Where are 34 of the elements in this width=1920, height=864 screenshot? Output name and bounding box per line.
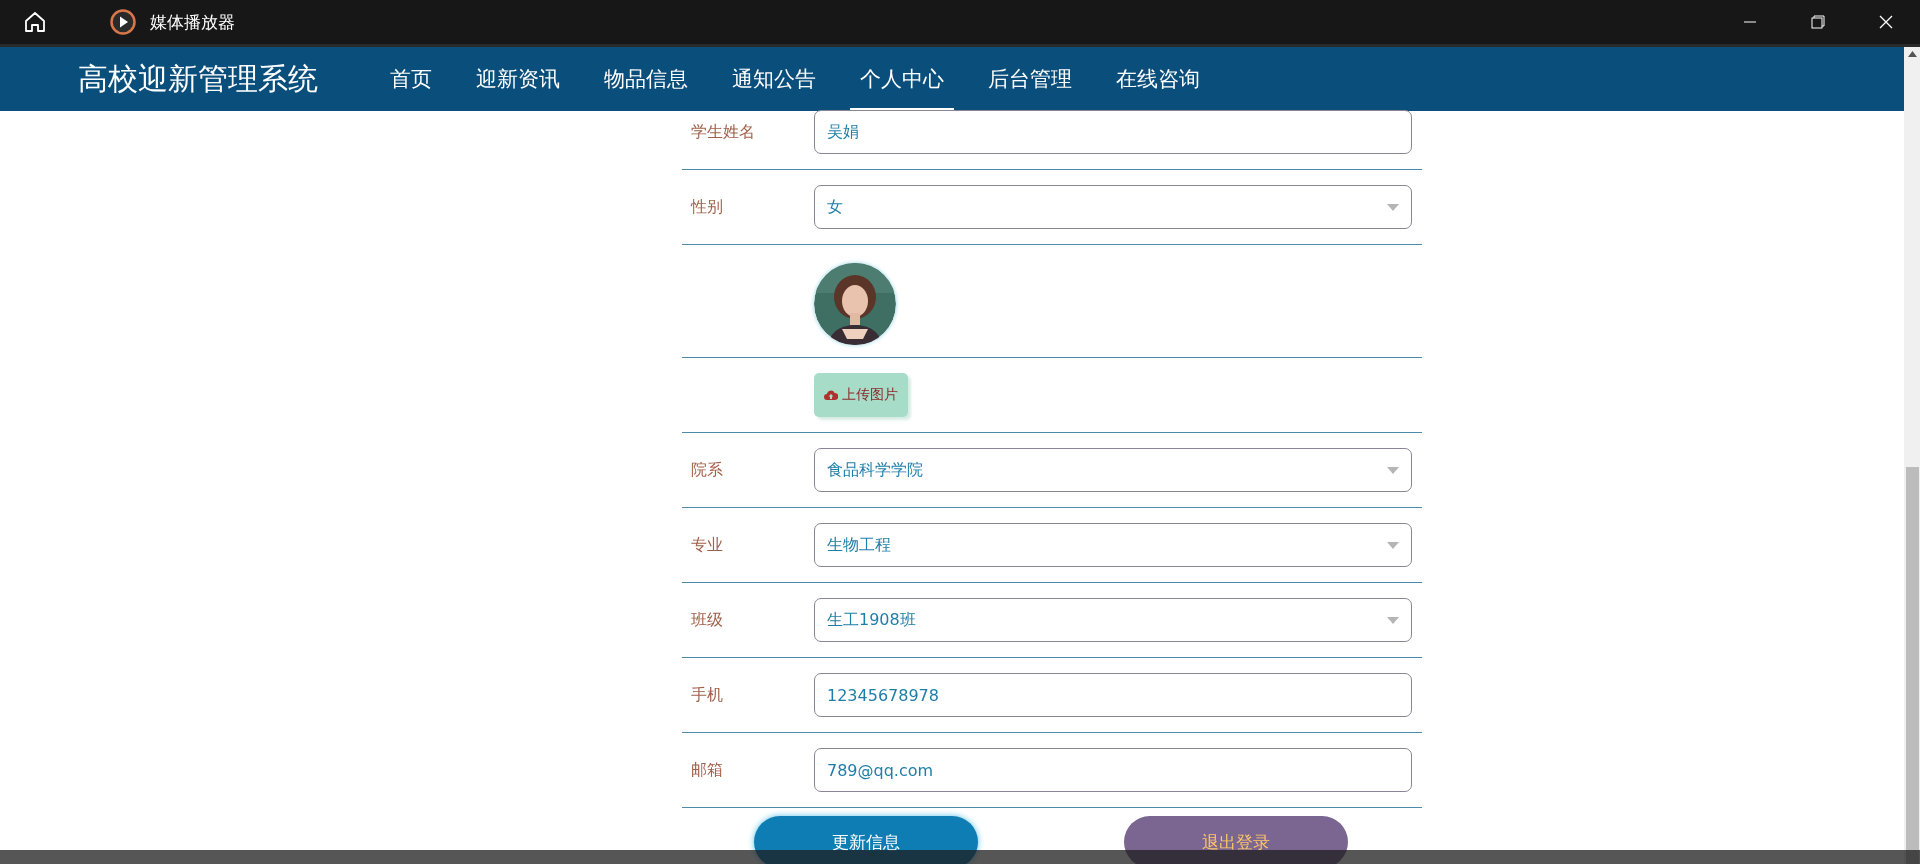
dropdown-caret-icon (1387, 466, 1399, 474)
nav-tab[interactable]: 后台管理 (978, 47, 1082, 111)
select-field[interactable]: 生物工程 (814, 523, 1412, 567)
field-label: 学生姓名 (690, 121, 756, 143)
nav-tab[interactable]: 通知公告 (722, 47, 826, 111)
input-field[interactable]: 12345678978 (814, 673, 1412, 717)
home-icon[interactable] (24, 11, 46, 33)
close-icon[interactable] (1879, 15, 1893, 29)
upload-button[interactable]: 上传图片 (814, 373, 908, 417)
dropdown-caret-icon (1387, 616, 1399, 624)
field-label: 专业 (690, 534, 724, 556)
dropdown-caret-icon (1387, 203, 1399, 211)
dropdown-caret-icon (1387, 541, 1399, 549)
nav-tab[interactable]: 首页 (380, 47, 442, 111)
nav-tab[interactable]: 在线咨询 (1106, 47, 1210, 111)
restore-icon[interactable] (1811, 15, 1825, 29)
nav-tab[interactable]: 物品信息 (594, 47, 698, 111)
input-field[interactable]: 吴娟 (814, 110, 1412, 154)
input-field[interactable]: 789@qq.com (814, 748, 1412, 792)
field-label: 院系 (690, 459, 724, 481)
select-field[interactable]: 食品科学学院 (814, 448, 1412, 492)
scroll-up-icon[interactable] (1907, 51, 1917, 57)
select-field[interactable]: 女 (814, 185, 1412, 229)
cloud-upload-icon (824, 389, 838, 401)
field-label: 班级 (690, 609, 724, 631)
field-label: 手机 (690, 684, 724, 706)
play-icon (110, 9, 136, 35)
nav-tab[interactable]: 迎新资讯 (466, 47, 570, 111)
select-field[interactable]: 生工1908班 (814, 598, 1412, 642)
nav-tab[interactable]: 个人中心 (850, 47, 954, 111)
field-label: 邮箱 (690, 759, 724, 781)
window-title: 媒体播放器 (150, 10, 235, 34)
field-label: 性别 (689, 196, 724, 218)
site-title: 高校迎新管理系统 (78, 59, 318, 98)
